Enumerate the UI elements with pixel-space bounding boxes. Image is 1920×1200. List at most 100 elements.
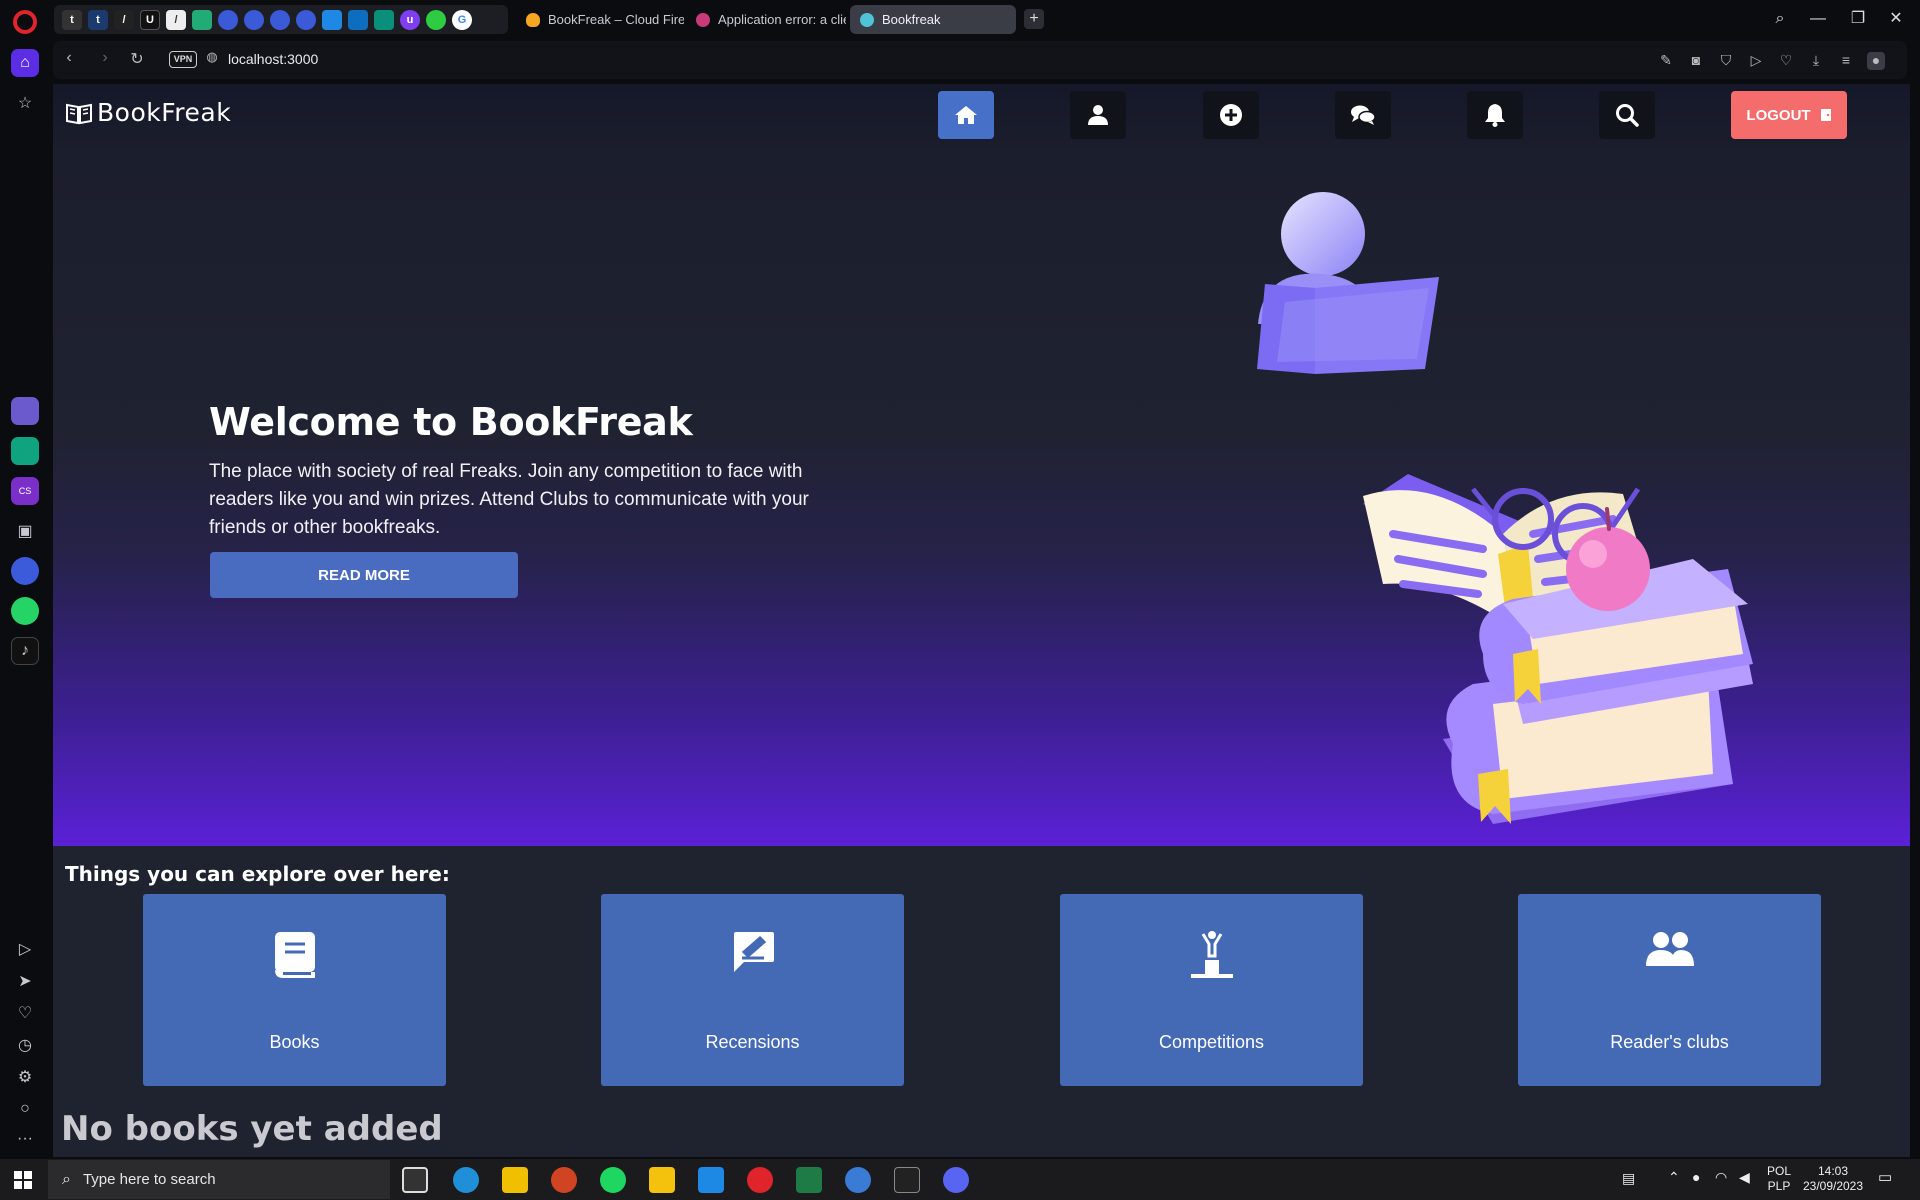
lang-top: POL [1766,1164,1791,1178]
site-info-icon[interactable]: ◍ [200,49,224,71]
task-view-icon[interactable] [402,1167,428,1193]
search-tabs-icon[interactable]: ⌕ [1760,6,1800,32]
pinned-tab[interactable] [348,9,368,30]
heart-icon[interactable]: ♡ [11,999,39,1027]
speed-dial-icon[interactable]: ☆ [11,89,39,117]
card-icon-wrap [1518,930,1821,982]
powerpoint-icon[interactable] [551,1167,577,1193]
opera-menu-icon[interactable] [13,10,37,34]
opera-icon[interactable] [747,1167,773,1193]
url-field[interactable]: localhost:3000 [228,51,318,67]
react-icon [860,12,874,27]
nav-home-button[interactable] [938,91,994,139]
pinned-tab[interactable]: G [452,9,472,30]
user-icon [1088,105,1108,125]
easy-setup-icon[interactable]: ≡ [1837,52,1855,70]
clock[interactable]: 14:03 23/09/2023 [1798,1164,1868,1194]
card-readers-clubs[interactable]: Reader's clubs [1518,894,1821,1086]
read-more-button[interactable]: READ MORE [210,552,518,598]
desktop: t t / U / u G BookFreak – Cloud Firesto … [0,0,1920,1200]
pinned-tab[interactable] [426,9,446,30]
pinned-tab[interactable] [374,9,394,30]
sticky-notes-icon[interactable] [649,1167,675,1193]
card-label: Recensions [705,1032,800,1052]
lightbulb-icon[interactable]: ○ [11,1095,39,1123]
settings-icon[interactable]: ⚙ [11,1063,39,1091]
shopping-icon[interactable]: ▣ [11,517,39,545]
tiktok-icon[interactable]: ♪ [11,637,39,665]
history-icon[interactable]: ◷ [11,1031,39,1059]
app-icon[interactable] [845,1167,871,1193]
pinned-tab[interactable] [192,9,212,30]
spotify-icon[interactable] [600,1167,626,1193]
notifications-icon[interactable]: ▭ [1878,1170,1892,1185]
shield-icon[interactable]: ⛉ [1717,52,1735,70]
messenger-icon[interactable] [11,557,39,585]
nav-add-button[interactable] [1203,91,1259,139]
nav-notifications-button[interactable] [1467,91,1523,139]
send-icon[interactable]: ➤ [11,967,39,995]
volume-icon[interactable]: ◀ [1739,1170,1750,1185]
pinned-tab[interactable] [322,9,342,30]
news-icon[interactable]: ▤ [1622,1171,1635,1186]
card-recensions[interactable]: Recensions [601,894,904,1086]
chatgpt-icon[interactable] [11,437,39,465]
favorite-icon[interactable]: ♡ [1777,52,1795,70]
card-competitions[interactable]: Competitions [1060,894,1363,1086]
windows-start-icon[interactable] [14,1171,32,1189]
door-icon [1820,109,1831,121]
pinned-tab[interactable]: U [140,9,160,30]
nav-chat-button[interactable] [1335,91,1391,139]
back-icon[interactable]: ‹ [57,49,81,71]
vpn-badge[interactable]: VPN [169,51,197,68]
new-tab-button[interactable]: + [1024,9,1044,29]
hero-description: The place with society of real Freaks. J… [209,461,809,538]
chatsonic-icon[interactable]: CS [11,477,39,505]
address-bar: ‹ › ↻ VPN ◍ localhost:3000 ✎ ◙ ⛉ ▷ ♡ ⤓ ≡… [53,41,1907,79]
camera-icon[interactable]: ◙ [1687,52,1705,70]
close-icon[interactable]: ✕ [1876,6,1916,32]
profile-icon[interactable]: ● [1867,52,1885,70]
forward-icon[interactable]: › [93,49,117,71]
terminal-icon[interactable] [894,1167,920,1193]
site-logo[interactable]: Book Freak [65,98,231,127]
pinned-tab[interactable]: t [62,9,82,30]
pinned-tab[interactable] [270,9,290,30]
tab-bookfreak[interactable]: Bookfreak [850,5,1016,34]
reload-icon[interactable]: ↻ [125,49,149,71]
pinned-tab[interactable]: u [400,9,420,30]
pinned-tab[interactable]: / [114,9,134,30]
wifi-icon[interactable]: ◠ [1715,1170,1727,1185]
pinned-tab[interactable]: t [88,9,108,30]
vscode-icon[interactable] [698,1167,724,1193]
taskbar-search[interactable]: ⌕ Type here to search [48,1160,390,1199]
minimize-icon[interactable]: — [1798,6,1838,32]
excel-icon[interactable] [796,1167,822,1193]
logout-button[interactable]: LOGOUT [1731,91,1847,139]
player-icon[interactable]: ▷ [11,935,39,963]
discord-icon[interactable] [943,1167,969,1193]
pinned-tab[interactable] [244,9,264,30]
more-icon[interactable]: ··· [11,1125,39,1153]
pinned-tab[interactable]: / [166,9,186,30]
home-sidebar-icon[interactable]: ⌂ [11,49,39,77]
flow-icon[interactable]: ▷ [1747,52,1765,70]
whatsapp-icon[interactable] [11,597,39,625]
download-icon[interactable]: ⤓ [1807,52,1825,70]
edit-icon[interactable]: ✎ [1657,52,1675,70]
file-explorer-icon[interactable] [502,1167,528,1193]
language-indicator[interactable]: POL PLP [1764,1164,1794,1194]
taskbar-search-placeholder: Type here to search [82,1171,216,1188]
pinned-tab[interactable] [296,9,316,30]
tab-firestore[interactable]: BookFreak – Cloud Firesto [516,5,684,34]
nav-profile-button[interactable] [1070,91,1126,139]
tab-app-error[interactable]: Application error: a client [686,5,846,34]
chevron-up-icon[interactable]: ⌃ [1668,1170,1680,1185]
pinned-tab[interactable] [218,9,238,30]
aria-icon[interactable] [11,397,39,425]
edge-icon[interactable] [453,1167,479,1193]
nav-search-button[interactable] [1599,91,1655,139]
restore-icon[interactable]: ❐ [1838,6,1878,32]
microphone-icon[interactable]: ● [1692,1170,1700,1185]
card-books[interactable]: Books [143,894,446,1086]
